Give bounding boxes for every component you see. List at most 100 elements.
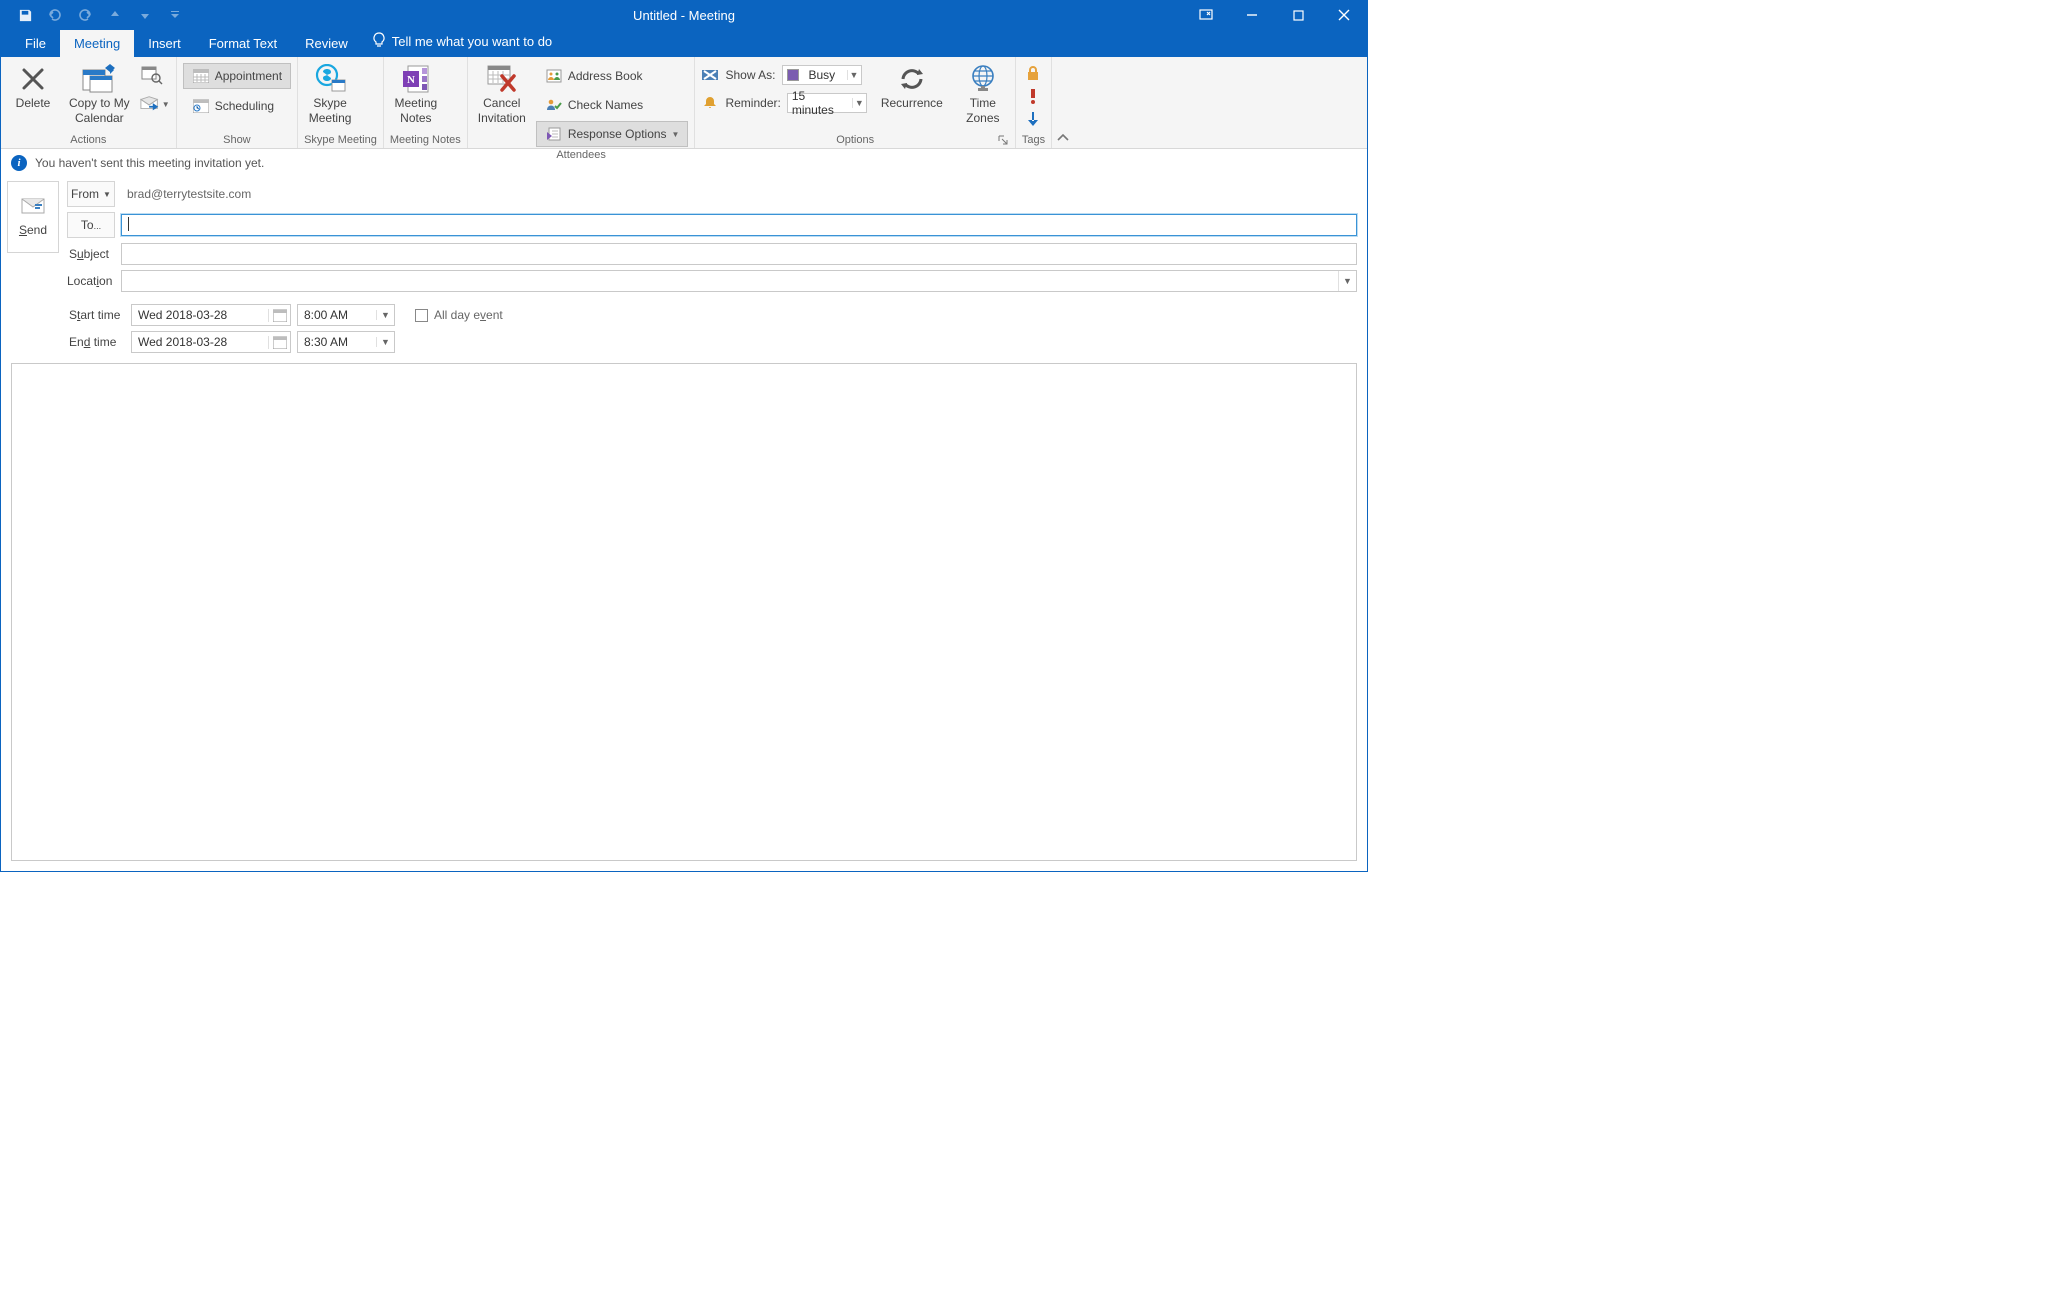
busy-swatch-icon xyxy=(787,69,799,81)
tz-label-2: Zones xyxy=(966,112,999,125)
reminder-combo[interactable]: 15 minutes ▼ xyxy=(787,93,867,113)
tab-file[interactable]: File xyxy=(11,30,60,57)
minimize-button[interactable] xyxy=(1229,1,1275,29)
outlook-meeting-window: Untitled - Meeting File Meeting Insert F… xyxy=(0,0,1368,872)
address-book-label: Address Book xyxy=(568,69,643,83)
show-as-label: Show As: xyxy=(725,68,775,82)
forward-icon[interactable]: ▼ xyxy=(140,93,170,115)
show-as-combo[interactable]: Busy ▼ xyxy=(782,65,862,85)
group-show-label: Show xyxy=(183,132,291,148)
cancel-label-2: Invitation xyxy=(478,112,526,125)
calendar-picker-icon[interactable] xyxy=(268,309,290,322)
maximize-button[interactable] xyxy=(1275,1,1321,29)
quick-access-toolbar xyxy=(1,5,185,25)
show-as-value: Busy xyxy=(805,68,847,82)
location-label: Location xyxy=(67,274,115,288)
end-time-label: End time xyxy=(67,335,125,349)
group-actions-label: Actions xyxy=(7,132,170,148)
check-names-button[interactable]: Check Names xyxy=(536,92,689,118)
copy-to-calendar-button[interactable]: Copy to My Calendar xyxy=(65,61,134,127)
group-show: Appointment Scheduling Show xyxy=(177,57,298,148)
skype-meeting-button[interactable]: Skype Meeting xyxy=(304,61,356,127)
ribbon-display-options-icon[interactable] xyxy=(1183,1,1229,29)
chevron-down-icon: ▼ xyxy=(103,190,111,199)
response-options-button[interactable]: Response Options ▼ xyxy=(536,121,689,147)
group-tags-label: Tags xyxy=(1022,132,1045,148)
recurrence-icon xyxy=(897,63,927,95)
calendar-copy-icon xyxy=(82,63,116,95)
check-names-label: Check Names xyxy=(568,98,643,112)
tab-meeting[interactable]: Meeting xyxy=(60,30,134,57)
scheduling-icon xyxy=(192,97,210,115)
start-time-field[interactable]: 8:00 AM ▼ xyxy=(297,304,395,326)
low-importance-icon[interactable] xyxy=(1027,111,1039,130)
globe-icon xyxy=(969,63,997,95)
tab-format-text[interactable]: Format Text xyxy=(195,30,291,57)
from-button[interactable]: From ▼ xyxy=(67,181,115,207)
calendar-search-icon[interactable] xyxy=(140,63,164,87)
copy-label-1: Copy to My xyxy=(69,97,130,110)
location-field[interactable]: ▼ xyxy=(121,270,1357,292)
tz-label-1: Time xyxy=(970,97,996,110)
chevron-down-icon[interactable]: ▼ xyxy=(376,310,394,320)
cancel-invitation-button[interactable]: Cancel Invitation xyxy=(474,61,530,127)
start-date-value: Wed 2018-03-28 xyxy=(132,308,268,322)
redo-icon[interactable] xyxy=(75,5,95,25)
next-item-icon[interactable] xyxy=(135,5,155,25)
group-skype-label: Skype Meeting xyxy=(304,132,377,148)
group-notes-label: Meeting Notes xyxy=(390,132,461,148)
meeting-notes-button[interactable]: N Meeting Notes xyxy=(390,61,442,127)
tab-insert[interactable]: Insert xyxy=(134,30,195,57)
delete-label: Delete xyxy=(16,97,51,110)
end-time-field[interactable]: 8:30 AM ▼ xyxy=(297,331,395,353)
reminder-value: 15 minutes xyxy=(788,89,852,117)
tell-me-search[interactable]: Tell me what you want to do xyxy=(362,26,562,57)
end-date-field[interactable]: Wed 2018-03-28 xyxy=(131,331,291,353)
high-importance-icon[interactable] xyxy=(1029,88,1037,107)
tab-review[interactable]: Review xyxy=(291,30,362,57)
scheduling-button[interactable]: Scheduling xyxy=(183,93,283,119)
send-button[interactable]: Send xyxy=(7,181,59,253)
collapse-ribbon-button[interactable] xyxy=(1052,57,1074,148)
group-skype-meeting: Skype Meeting Skype Meeting xyxy=(298,57,384,148)
recurrence-button[interactable]: Recurrence xyxy=(877,61,947,112)
onenote-icon: N xyxy=(401,63,431,95)
end-time-value: 8:30 AM xyxy=(298,335,376,349)
address-book-icon xyxy=(545,67,563,85)
title-bar: Untitled - Meeting xyxy=(1,1,1367,29)
prev-item-icon[interactable] xyxy=(105,5,125,25)
time-zones-button[interactable]: Time Zones xyxy=(957,61,1009,127)
subject-label: Subject xyxy=(67,247,115,261)
delete-button[interactable]: Delete xyxy=(7,61,59,112)
group-options: Show As: Busy ▼ Reminder: 15 xyxy=(695,57,1015,148)
chevron-down-icon: ▼ xyxy=(847,70,861,80)
qat-customize-icon[interactable] xyxy=(165,5,185,25)
close-button[interactable] xyxy=(1321,1,1367,29)
private-lock-icon[interactable] xyxy=(1026,65,1040,84)
group-attendees-label: Attendees xyxy=(474,147,689,163)
send-label: Send xyxy=(19,223,47,237)
subject-field[interactable] xyxy=(121,243,1357,265)
all-day-label: All day event xyxy=(434,308,503,322)
cancel-invitation-icon xyxy=(486,63,518,95)
all-day-checkbox[interactable] xyxy=(415,309,428,322)
calendar-picker-icon[interactable] xyxy=(268,336,290,349)
start-date-field[interactable]: Wed 2018-03-28 xyxy=(131,304,291,326)
ribbon: Delete Copy to My Calendar ▼ xyxy=(1,57,1367,149)
from-label: From xyxy=(71,187,99,201)
chevron-down-icon: ▼ xyxy=(672,130,680,139)
to-field[interactable] xyxy=(121,214,1357,236)
chevron-down-icon[interactable]: ▼ xyxy=(1338,271,1356,291)
response-options-icon xyxy=(545,125,563,143)
dialog-launcher-icon[interactable] xyxy=(997,134,1009,146)
appointment-button[interactable]: Appointment xyxy=(183,63,291,89)
address-book-button[interactable]: Address Book xyxy=(536,63,689,89)
ribbon-tabs: File Meeting Insert Format Text Review T… xyxy=(1,29,1367,57)
end-date-value: Wed 2018-03-28 xyxy=(132,335,268,349)
undo-icon[interactable] xyxy=(45,5,65,25)
chevron-down-icon[interactable]: ▼ xyxy=(376,337,394,347)
save-icon[interactable] xyxy=(15,5,35,25)
to-button[interactable]: To... xyxy=(67,212,115,238)
message-body[interactable] xyxy=(11,363,1357,861)
notes-label-1: Meeting xyxy=(394,97,437,110)
